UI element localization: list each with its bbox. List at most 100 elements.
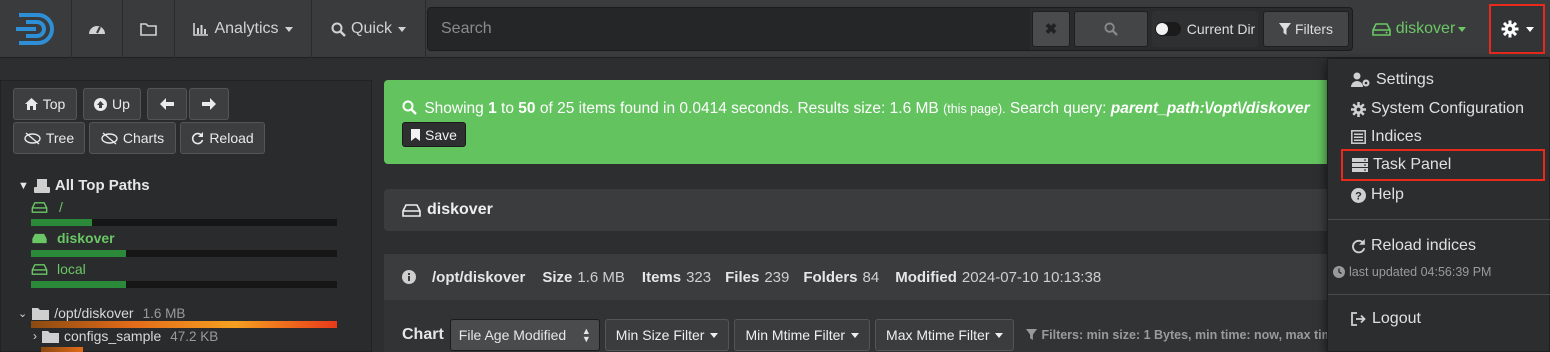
top-path-label: / <box>59 199 63 215</box>
menu-item-system-configuration[interactable]: System Configuration <box>1328 95 1550 123</box>
items-value: 323 <box>686 268 712 286</box>
user-cog-icon <box>1351 72 1370 87</box>
search-results-alert: Showing 1 to 50 of 25 items found in 0.0… <box>384 80 1354 164</box>
select-arrows-icon: ▲ ▼ <box>581 326 591 344</box>
top-label: Top <box>42 96 66 112</box>
chart-type-select[interactable]: File Age Modified ▲ ▼ <box>449 319 600 351</box>
forward-button[interactable] <box>189 88 229 120</box>
min-mtime-filter-button[interactable]: Min Mtime Filter <box>734 319 871 351</box>
hdd-icon <box>31 201 48 213</box>
search-submit-button[interactable] <box>1074 11 1148 47</box>
tree-toggle-button[interactable]: Tree <box>13 122 85 154</box>
menu-item-logout[interactable]: Logout <box>1328 305 1550 333</box>
files-value: 239 <box>764 268 790 286</box>
index-label: diskover <box>1395 20 1456 37</box>
menu-item-settings[interactable]: Settings <box>1328 66 1550 94</box>
clock-icon <box>1333 266 1345 278</box>
results-to: 50 <box>518 100 536 117</box>
dashboard-icon <box>89 26 105 34</box>
menu-label: Logout <box>1372 310 1421 327</box>
svg-text:?: ? <box>1355 190 1362 202</box>
home-icon <box>24 98 38 110</box>
menu-label: Settings <box>1376 71 1434 88</box>
chevron-down-icon: ⌄ <box>18 307 28 320</box>
menu-label: Reload indices <box>1371 237 1476 254</box>
page-note: (this page). <box>943 102 1006 116</box>
save-label: Save <box>425 126 457 143</box>
hdd-icon <box>32 233 47 243</box>
results-prefix: Showing <box>424 100 484 117</box>
filters-note: Filters: min size: 1 Bytes, min time: no… <box>1026 328 1372 342</box>
folder-size: 47.2 KB <box>170 328 219 344</box>
max-mtime-label: Max Mtime Filter <box>886 327 990 343</box>
index-menu[interactable]: diskover <box>1356 0 1482 58</box>
size-label: Size <box>542 268 573 286</box>
menu-item-task-panel[interactable]: Task Panel <box>1341 149 1545 181</box>
folder-size: 1.6 MB <box>142 305 186 321</box>
sign-out-icon <box>1351 312 1366 326</box>
reload-button[interactable]: Reload <box>180 122 265 154</box>
last-updated-note: last updated 04:56:39 PM <box>1333 265 1491 279</box>
menu-label: Indices <box>1371 128 1422 145</box>
close-icon: ✖ <box>1044 21 1058 38</box>
results-to-word: to <box>501 100 514 117</box>
menu-item-indices[interactable]: Indices <box>1328 123 1550 151</box>
menu-item-reload-indices[interactable]: Reload indices <box>1328 232 1550 260</box>
menu-label: Help <box>1371 186 1404 203</box>
save-search-button[interactable]: Save <box>402 122 466 147</box>
dashboard-button[interactable] <box>72 0 123 58</box>
top-path-root[interactable]: / <box>31 199 63 215</box>
usage-bar-fill <box>31 250 126 257</box>
toggle-switch[interactable] <box>1154 22 1181 36</box>
gear-icon <box>1501 20 1518 38</box>
charts-toggle-button[interactable]: Charts <box>89 122 176 154</box>
chart-label: Chart <box>402 326 444 343</box>
filters-label: Filters <box>1294 21 1334 37</box>
menu-label: System Configuration <box>1371 100 1524 117</box>
current-dir-toggle[interactable]: Current Dir <box>1152 11 1258 47</box>
clear-search-button[interactable]: ✖ <box>1032 11 1070 47</box>
diskover-logo[interactable] <box>0 0 72 58</box>
server-icon <box>1352 158 1368 172</box>
back-button[interactable] <box>147 88 187 120</box>
all-top-paths[interactable]: ▼ All Top Paths <box>18 177 150 194</box>
arrow-circle-up-icon <box>94 97 108 111</box>
eye-slash-icon <box>101 131 118 145</box>
file-browser-button[interactable] <box>123 0 175 58</box>
folder-opt-diskover[interactable]: ⌄ /opt/diskover 1.6 MB <box>18 305 185 321</box>
top-path-local[interactable]: local <box>31 261 86 277</box>
folder-configs-sample[interactable]: › configs_sample 47.2 KB <box>33 328 218 344</box>
top-path-label: local <box>57 261 86 277</box>
files-label: Files <box>725 268 760 286</box>
search-bar: ✖ Current Dir Filters <box>427 7 1353 51</box>
up-button[interactable]: Up <box>83 88 141 120</box>
query-label: Search query: <box>1009 100 1107 117</box>
charts-label: Charts <box>122 130 165 146</box>
max-mtime-filter-button[interactable]: Max Mtime Filter <box>875 319 1015 351</box>
settings-dropdown-menu: Settings System Configuration Indices Ta… <box>1327 58 1550 352</box>
chevron-right-icon: › <box>33 329 37 343</box>
quick-search-menu[interactable]: Quick <box>312 0 426 58</box>
filters-button[interactable]: Filters <box>1263 11 1349 47</box>
tree-title: All Top Paths <box>54 177 150 194</box>
chart-type-value: File Age Modified <box>458 327 567 343</box>
top-button[interactable]: Top <box>13 88 77 120</box>
search-input[interactable] <box>428 8 1030 50</box>
panel-title: diskover <box>427 201 493 218</box>
usage-bar <box>31 219 337 226</box>
analytics-menu[interactable]: Analytics <box>175 0 312 58</box>
refresh-icon <box>1352 238 1366 253</box>
folder-size-bar <box>31 321 337 328</box>
settings-menu-button[interactable] <box>1489 4 1545 54</box>
list-alt-icon <box>1351 130 1366 144</box>
search-icon <box>402 100 417 115</box>
analytics-label: Analytics <box>214 20 279 37</box>
menu-item-help[interactable]: ? Help <box>1328 181 1550 209</box>
directory-path[interactable]: /opt/diskover <box>432 269 525 286</box>
usage-bar <box>31 250 337 257</box>
top-path-diskover[interactable]: diskover <box>31 230 115 246</box>
bar-chart-icon <box>193 23 209 36</box>
min-size-filter-button[interactable]: Min Size Filter <box>604 319 730 351</box>
results-of-text: of 25 items found in 0.0414 seconds. Res… <box>539 100 939 117</box>
folder-open-icon <box>140 23 157 36</box>
